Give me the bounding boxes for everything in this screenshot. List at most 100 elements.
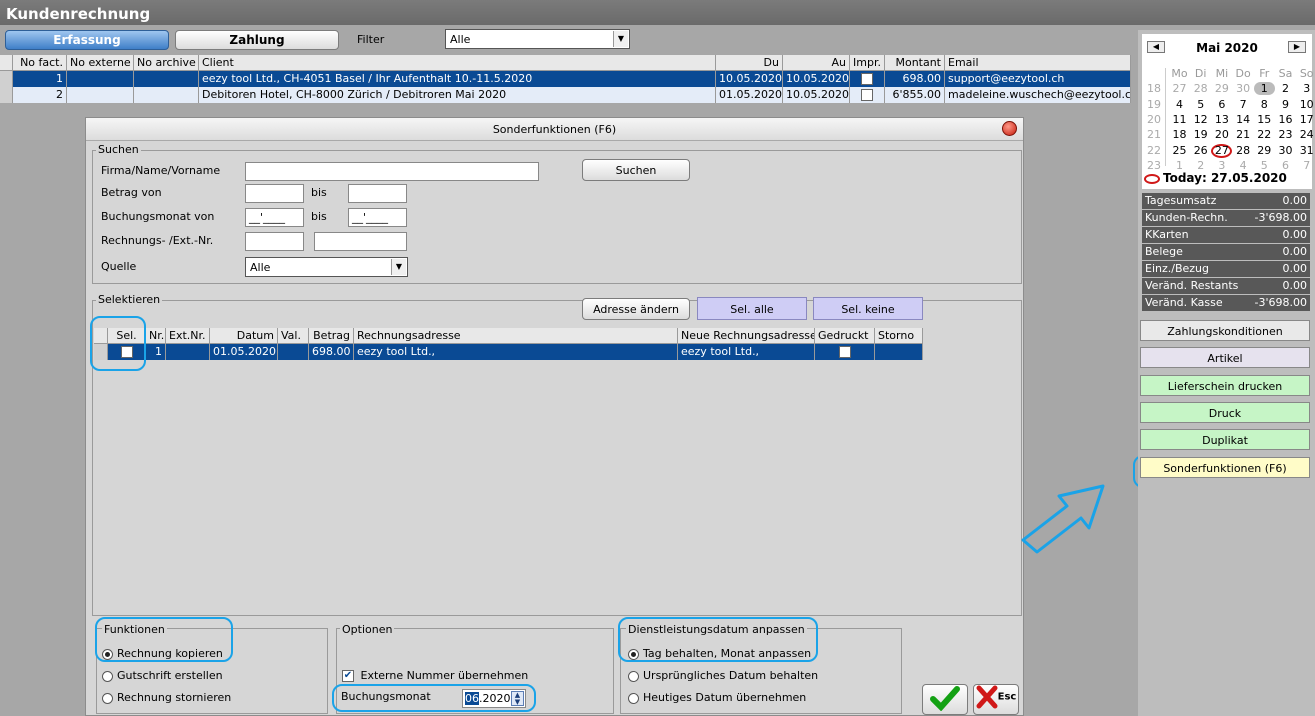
calendar-day[interactable]: 22 (1254, 128, 1275, 141)
buchungsmonat-from-input[interactable]: __'____ (245, 208, 304, 227)
col-gedruckt[interactable]: Gedruckt (815, 328, 875, 344)
calendar-day[interactable]: 6 (1211, 98, 1232, 111)
calendar-day[interactable]: 21 (1233, 128, 1254, 141)
artikel-button[interactable]: Artikel (1140, 347, 1310, 369)
duplikat-button[interactable]: Duplikat (1140, 429, 1310, 451)
col-storno[interactable]: Storno (875, 328, 923, 344)
close-icon[interactable] (1002, 121, 1017, 136)
calendar-day[interactable]: 28 (1233, 144, 1254, 157)
betrag-from-input[interactable] (245, 184, 304, 203)
col-montant[interactable]: Montant (885, 55, 945, 71)
betrag-to-input[interactable] (348, 184, 407, 203)
col-no-archive[interactable]: No archive (134, 55, 199, 71)
calendar-day[interactable]: 3 (1296, 82, 1315, 95)
calendar-day[interactable]: 20 (1211, 128, 1232, 141)
calendar-day[interactable]: 30 (1275, 144, 1296, 157)
calendar-day[interactable]: 18 (1169, 128, 1190, 141)
calendar-day[interactable]: 26 (1190, 144, 1211, 157)
chevron-down-icon[interactable]: ▼ (391, 259, 406, 275)
calendar-day[interactable]: 30 (1233, 82, 1254, 95)
impr-checkbox[interactable] (861, 89, 873, 101)
col-email[interactable]: Email (945, 55, 1131, 71)
calendar-day[interactable]: 11 (1169, 113, 1190, 126)
calendar-day[interactable]: 28 (1190, 82, 1211, 95)
radio-icon[interactable] (102, 692, 113, 704)
lieferschein-drucken-button[interactable]: Lieferschein drucken (1140, 374, 1310, 396)
calendar-day[interactable]: 23 (1275, 128, 1296, 141)
calendar-day[interactable]: 27 (1169, 82, 1190, 95)
radio-icon[interactable] (628, 692, 639, 704)
calendar-day[interactable]: 1 (1253, 82, 1275, 96)
calendar-day[interactable]: 5 (1254, 159, 1275, 172)
calendar-day[interactable]: 19 (1190, 128, 1211, 141)
radio-gutschrift[interactable]: Gutschrift erstellen (102, 669, 223, 682)
gedruckt-checkbox[interactable] (838, 346, 851, 358)
sel-alle-button[interactable]: Sel. alle (697, 297, 807, 320)
calendar-day[interactable]: 8 (1254, 98, 1275, 111)
col-du[interactable]: Du (716, 55, 783, 71)
buchungsmonat-to-input[interactable]: __'____ (348, 208, 407, 227)
calendar-day[interactable]: 13 (1211, 113, 1232, 126)
col-betrag[interactable]: Betrag (309, 328, 354, 344)
today-label[interactable]: Today: 27.05.2020 (1144, 171, 1287, 185)
calendar-day[interactable]: 24 (1296, 128, 1315, 141)
radio-heutiges-datum[interactable]: Heutiges Datum übernehmen (628, 691, 806, 704)
ok-button[interactable] (922, 684, 968, 715)
checkmark-icon[interactable]: ✔ (342, 670, 354, 682)
calendar-day[interactable]: 1 (1169, 159, 1190, 172)
calendar-day[interactable]: 29 (1254, 144, 1275, 157)
calendar-day[interactable]: 6 (1275, 159, 1296, 172)
ext-nr-input[interactable] (314, 232, 407, 251)
calendar-day[interactable]: 15 (1254, 113, 1275, 126)
calendar-day[interactable]: 3 (1211, 159, 1232, 172)
adresse-aendern-button[interactable]: Adresse ändern (582, 298, 690, 320)
radio-icon[interactable] (102, 670, 113, 682)
calendar-day[interactable]: 16 (1275, 113, 1296, 126)
calendar-day[interactable]: 7 (1296, 159, 1315, 172)
col-no-fact[interactable]: No fact. (13, 55, 67, 71)
calendar-day[interactable]: 31 (1296, 144, 1315, 157)
radio-stornieren[interactable]: Rechnung stornieren (102, 691, 231, 704)
sonderfunktionen-button[interactable]: Sonderfunktionen (F6) (1140, 456, 1310, 478)
calendar-day[interactable]: 27 (1211, 143, 1233, 158)
col-no-externe[interactable]: No externe (67, 55, 134, 71)
firma-input[interactable] (245, 162, 539, 181)
col-client[interactable]: Client (199, 55, 716, 71)
calendar-day[interactable]: 4 (1233, 159, 1254, 172)
calendar-day[interactable]: 12 (1190, 113, 1211, 126)
col-nr[interactable]: Nr. (146, 328, 166, 344)
calendar-day[interactable]: 29 (1211, 82, 1232, 95)
tab-erfassung[interactable]: Erfassung (5, 30, 169, 50)
calendar-day[interactable]: 4 (1169, 98, 1190, 111)
col-neue-rechnungsadresse[interactable]: Neue Rechnungsadresse (678, 328, 815, 344)
col-au[interactable]: Au (783, 55, 850, 71)
calendar-day[interactable]: 14 (1233, 113, 1254, 126)
sel-keine-button[interactable]: Sel. keine (813, 297, 923, 320)
calendar-day[interactable]: 9 (1275, 98, 1296, 111)
calendar-day[interactable]: 7 (1233, 98, 1254, 111)
calendar-day[interactable]: 10 (1296, 98, 1315, 111)
calendar-day[interactable]: 25 (1169, 144, 1190, 157)
zahlungskonditionen-button[interactable]: Zahlungskonditionen (1140, 320, 1310, 341)
druck-button[interactable]: Druck (1140, 401, 1310, 423)
rechnungs-nr-input[interactable] (245, 232, 304, 251)
radio-icon[interactable] (628, 670, 639, 682)
calendar-day[interactable]: 2 (1275, 82, 1296, 95)
col-rechnungsadresse[interactable]: Rechnungsadresse (354, 328, 678, 344)
calendar-day[interactable]: 17 (1296, 113, 1315, 126)
suchen-button[interactable]: Suchen (582, 159, 690, 181)
esc-button[interactable]: Esc (973, 684, 1019, 715)
col-datum[interactable]: Datum (210, 328, 278, 344)
externe-nummer-checkbox[interactable]: ✔ Externe Nummer übernehmen (342, 669, 528, 682)
radio-urspruengliches-datum[interactable]: Ursprüngliches Datum behalten (628, 669, 818, 682)
impr-checkbox[interactable] (861, 73, 873, 85)
col-val[interactable]: Val. (278, 328, 309, 344)
filter-select[interactable]: Alle ▼ (445, 29, 630, 49)
chevron-down-icon[interactable]: ▼ (613, 31, 628, 47)
col-ext-nr[interactable]: Ext.Nr. (166, 328, 210, 344)
calendar-day[interactable]: 5 (1190, 98, 1211, 111)
calendar-day[interactable]: 2 (1190, 159, 1211, 172)
next-month-icon[interactable]: ▶ (1288, 41, 1306, 53)
col-impr[interactable]: Impr. (850, 55, 885, 71)
tab-zahlung[interactable]: Zahlung (175, 30, 339, 50)
